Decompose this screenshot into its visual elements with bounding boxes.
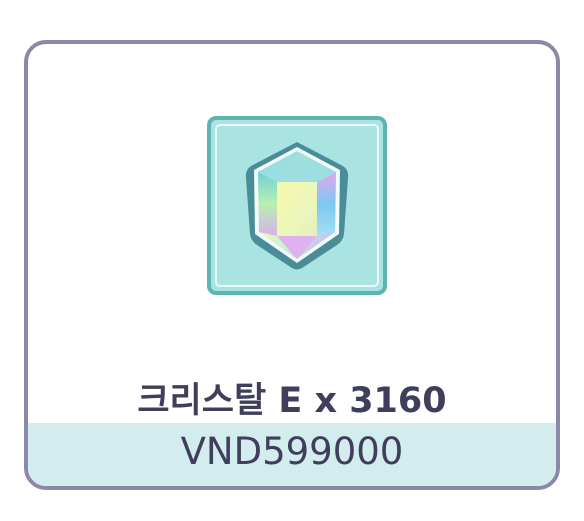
price-band[interactable]: VND599000 bbox=[28, 423, 556, 486]
product-price: VND599000 bbox=[180, 430, 404, 473]
product-name: 크리스탈 E x 3160 bbox=[137, 381, 447, 421]
product-card[interactable]: 크리스탈 E x 3160 VND599000 bbox=[24, 40, 560, 490]
crystal-gem-icon bbox=[245, 142, 349, 270]
product-icon-frame bbox=[207, 116, 387, 295]
